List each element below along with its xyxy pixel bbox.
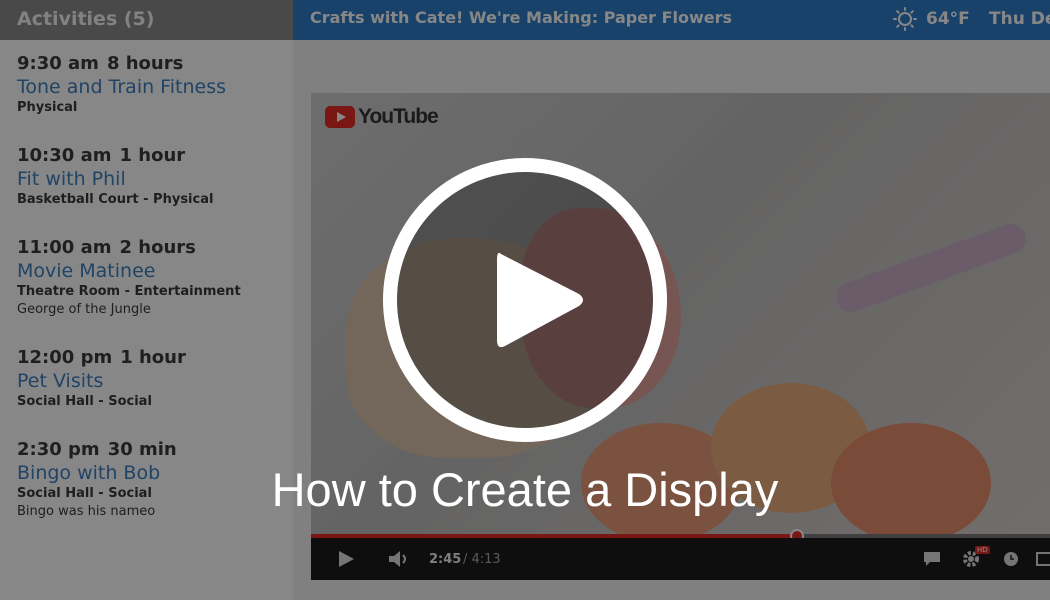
video-overlay[interactable]: How to Create a Display	[0, 0, 1050, 600]
overlay-title: How to Create a Display	[271, 463, 779, 516]
play-icon	[497, 252, 583, 348]
big-play-button[interactable]	[383, 158, 667, 442]
